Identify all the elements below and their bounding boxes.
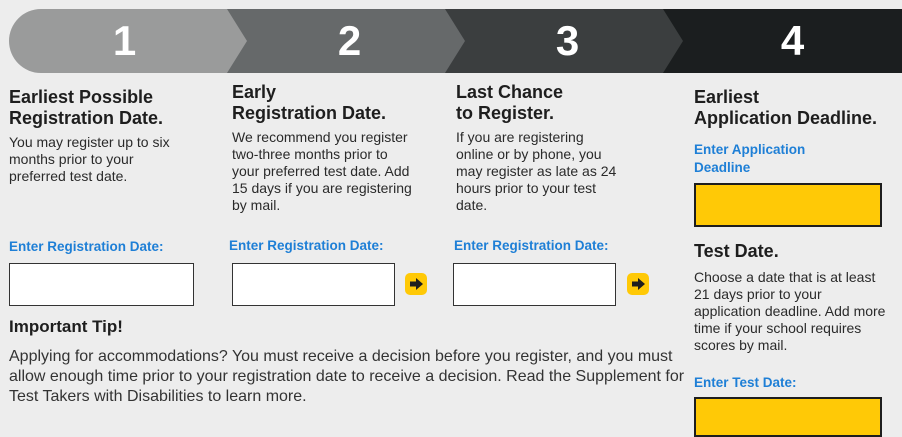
step-banner: 1 2 3 4 <box>9 9 902 73</box>
column-4-heading-line2: Application Deadline. <box>694 108 878 128</box>
column-4-heading-line1: Earliest <box>694 87 760 107</box>
test-date-heading: Test Date. <box>694 241 779 261</box>
test-date-label: Enter Test Date: <box>694 375 797 390</box>
column-4-heading: Earliest Application Deadline. <box>694 87 902 129</box>
column-3-heading-line1: Last Chance <box>456 82 564 102</box>
step-1: 1 <box>9 9 254 73</box>
next-step-button-2[interactable] <box>405 273 427 295</box>
last-chance-registration-date-input[interactable] <box>453 263 616 306</box>
test-date-body: Choose a date that is at least 21 days p… <box>694 269 886 353</box>
column-4-label-line2: Deadline <box>694 160 751 175</box>
column-3-heading: Last Chance to Register. <box>456 82 656 124</box>
column-application-deadline: Earliest Application Deadline. <box>694 87 902 129</box>
arrow-right-icon <box>631 278 645 290</box>
step-4: 4 <box>663 9 902 73</box>
step-3: 3 <box>445 9 690 73</box>
next-step-button-3[interactable] <box>627 273 649 295</box>
arrow-right-icon <box>409 278 423 290</box>
step-4-number: 4 <box>780 17 805 64</box>
column-2-heading-line2: Registration Date. <box>232 103 387 123</box>
column-2-label: Enter Registration Date: <box>229 238 384 253</box>
column-2-heading: Early Registration Date. <box>232 82 432 124</box>
column-1-heading-line1: Earliest Possible <box>9 87 154 107</box>
column-2-body: We recommend you register two-three mont… <box>232 129 412 213</box>
important-tip-body: Applying for accommodations? You must re… <box>9 348 685 405</box>
test-date-input[interactable] <box>694 397 882 437</box>
column-3-body: If you are registering online or by phon… <box>456 129 617 213</box>
step-2: 2 <box>227 9 472 73</box>
column-earliest-registration: Earliest Possible Registration Date. You… <box>9 87 209 185</box>
column-4-label-line1: Enter Application <box>694 142 806 157</box>
column-1-heading-line2: Registration Date. <box>9 108 164 128</box>
column-3-label: Enter Registration Date: <box>454 238 609 253</box>
column-early-registration: Early Registration Date. We recommend yo… <box>232 82 432 214</box>
step-2-number: 2 <box>337 17 362 64</box>
column-last-chance: Last Chance to Register. If you are regi… <box>456 82 656 214</box>
earliest-registration-date-input[interactable] <box>9 263 194 306</box>
step-1-number: 1 <box>112 17 137 64</box>
early-registration-date-input[interactable] <box>232 263 395 306</box>
important-tip-title: Important Tip! <box>9 317 123 336</box>
application-deadline-input[interactable] <box>694 183 882 227</box>
column-1-heading: Earliest Possible Registration Date. <box>9 87 209 129</box>
column-1-label: Enter Registration Date: <box>9 239 164 254</box>
step-3-number: 3 <box>555 17 580 64</box>
column-3-heading-line2: to Register. <box>456 103 555 123</box>
column-1-body: You may register up to six months prior … <box>9 134 170 184</box>
column-4-label: Enter Application Deadline <box>694 141 805 177</box>
column-2-heading-line1: Early <box>232 82 277 102</box>
